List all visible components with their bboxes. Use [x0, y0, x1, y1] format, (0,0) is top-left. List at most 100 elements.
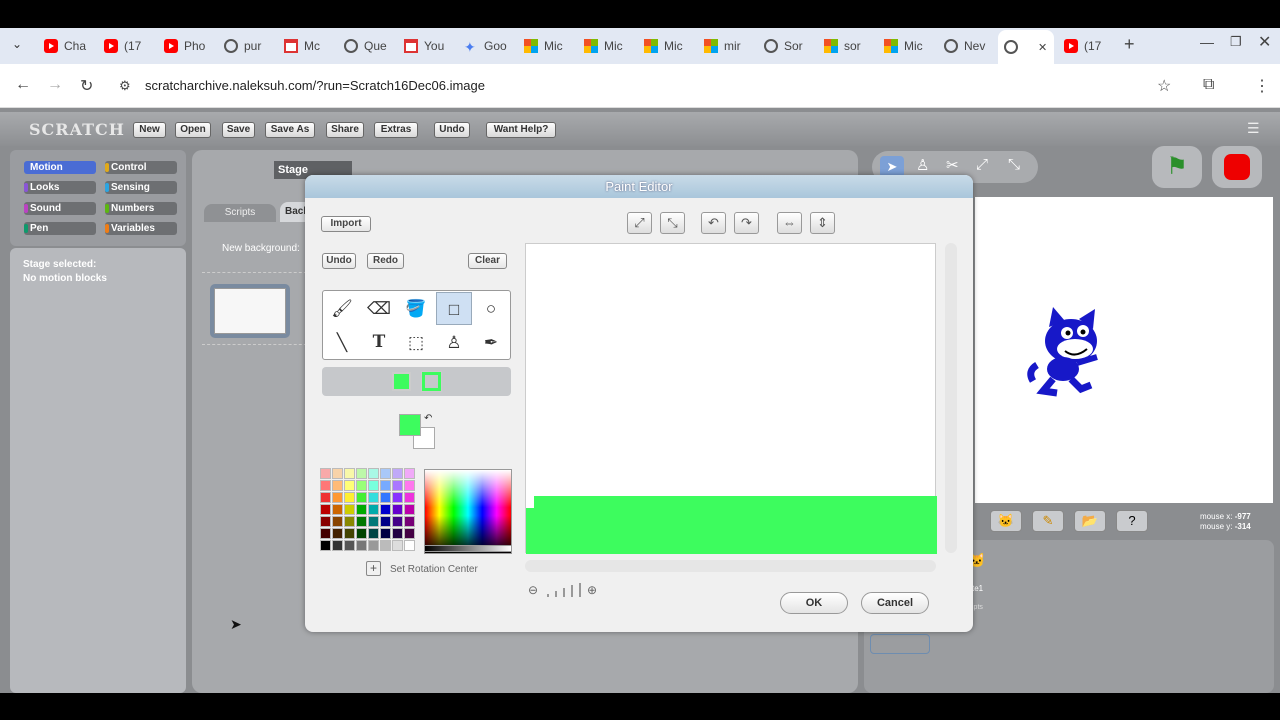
tab-scripts[interactable]: Scripts — [204, 204, 276, 222]
category-sensing[interactable]: Sensing — [105, 181, 177, 194]
new-tab-icon[interactable]: + — [1124, 34, 1135, 55]
close-window-icon[interactable]: ✕ — [1258, 32, 1271, 52]
color-swatch[interactable] — [368, 516, 379, 527]
color-swatch[interactable] — [344, 504, 355, 515]
color-swatch[interactable] — [344, 480, 355, 491]
grow-canvas-icon[interactable]: ⤢ — [627, 212, 652, 234]
category-looks[interactable]: Looks — [24, 181, 96, 194]
color-swatch[interactable] — [404, 540, 415, 551]
color-swatch[interactable] — [404, 468, 415, 479]
reload-icon[interactable]: ↻ — [80, 76, 93, 96]
color-swatch[interactable] — [356, 540, 367, 551]
stop-sign-icon[interactable] — [1212, 146, 1262, 188]
color-swatch[interactable] — [368, 468, 379, 479]
browser-tab[interactable]: Mic — [638, 32, 694, 60]
category-numbers[interactable]: Numbers — [105, 202, 177, 215]
choose-sprite-icon[interactable]: 🐱 — [990, 510, 1022, 532]
category-motion[interactable]: Motion — [24, 161, 96, 174]
color-swatch[interactable] — [356, 492, 367, 503]
forward-icon[interactable]: → — [47, 76, 63, 94]
color-swatch[interactable] — [392, 540, 403, 551]
color-swatch[interactable] — [332, 528, 343, 539]
color-swatch[interactable] — [380, 468, 391, 479]
browser-tab[interactable]: Mic — [578, 32, 634, 60]
paint-sprite-icon[interactable]: ✎ — [1032, 510, 1064, 532]
color-swatch[interactable] — [356, 504, 367, 515]
line-tool-icon[interactable]: ╲ — [324, 326, 360, 359]
notes-icon[interactable]: ☰ — [1247, 120, 1260, 137]
color-swatch[interactable] — [332, 504, 343, 515]
zoom-out-icon[interactable]: ⊖ — [528, 583, 538, 597]
color-swatch[interactable] — [380, 492, 391, 503]
shrink-canvas-icon[interactable]: ⤡ — [660, 212, 685, 234]
color-swatch[interactable] — [404, 480, 415, 491]
color-swatch[interactable] — [344, 516, 355, 527]
color-swatch[interactable] — [368, 504, 379, 515]
color-swatch[interactable] — [320, 516, 331, 527]
color-swatch[interactable] — [332, 480, 343, 491]
browser-tab[interactable]: (17 — [98, 32, 154, 60]
grow-tool-icon[interactable]: ⤢ — [976, 156, 988, 173]
browser-tab[interactable]: (17 — [1058, 32, 1114, 60]
surprise-sprite-icon[interactable]: ? — [1116, 510, 1148, 532]
ok-button[interactable]: OK — [780, 592, 848, 614]
delete-tool-icon[interactable]: ✂ — [946, 156, 959, 174]
color-swatch[interactable] — [344, 468, 355, 479]
browser-tab[interactable]: Que — [338, 32, 394, 60]
browser-tab[interactable]: You — [398, 32, 454, 60]
color-swatch[interactable] — [356, 480, 367, 491]
cancel-button[interactable]: Cancel — [861, 592, 929, 614]
open-button[interactable]: Open — [175, 122, 211, 138]
color-swatch[interactable] — [404, 528, 415, 539]
color-swatch[interactable] — [356, 516, 367, 527]
zoom-in-icon[interactable]: ⊕ — [587, 583, 597, 597]
browser-tab[interactable]: Mic — [878, 32, 934, 60]
horizontal-scrollbar[interactable] — [525, 560, 936, 572]
site-info-icon[interactable]: ⚙ — [119, 78, 131, 94]
browser-tab[interactable]: Cha — [38, 32, 94, 60]
shrink-tool-icon[interactable]: ⤡ — [1008, 156, 1020, 173]
color-swatch[interactable] — [380, 528, 391, 539]
import-button[interactable]: Import — [321, 216, 371, 232]
restore-icon[interactable]: ❐ — [1230, 34, 1242, 50]
paint-canvas[interactable] — [525, 243, 937, 554]
color-swatch[interactable] — [344, 492, 355, 503]
color-swatch[interactable] — [404, 492, 415, 503]
stamp-tool-icon[interactable]: ♙ — [436, 326, 472, 359]
vertical-scrollbar[interactable] — [945, 243, 957, 553]
color-swatch[interactable] — [380, 480, 391, 491]
rotate-right-icon[interactable]: ↷ — [734, 212, 759, 234]
select-tool-icon[interactable]: ⬚ — [398, 326, 434, 359]
color-spectrum[interactable] — [424, 469, 512, 554]
rectangle-tool-icon[interactable]: □ — [436, 292, 472, 325]
stage-canvas[interactable] — [975, 197, 1273, 503]
background-thumbnail[interactable] — [210, 284, 290, 338]
browser-tab[interactable]: mir — [698, 32, 754, 60]
browser-tab[interactable]: sor — [818, 32, 874, 60]
category-variables[interactable]: Variables — [105, 222, 177, 235]
rotate-left-icon[interactable]: ↶ — [701, 212, 726, 234]
browser-tab[interactable]: Sor — [758, 32, 814, 60]
save-button[interactable]: Save — [222, 122, 255, 138]
color-swatch[interactable] — [392, 468, 403, 479]
flip-horizontal-icon[interactable]: ⇔ — [777, 212, 802, 234]
color-swatch[interactable] — [332, 492, 343, 503]
color-swatch[interactable] — [392, 504, 403, 515]
eyedropper-tool-icon[interactable]: ✒ — [473, 326, 509, 359]
set-rotation-center-label[interactable]: Set Rotation Center — [390, 564, 478, 575]
back-icon[interactable]: ← — [15, 76, 31, 94]
extras-button[interactable]: Extras — [374, 122, 418, 138]
new-button[interactable]: New — [133, 122, 166, 138]
flip-vertical-icon[interactable]: ⇕ — [810, 212, 835, 234]
menu-icon[interactable]: ⋮ — [1254, 76, 1270, 96]
green-flag-icon[interactable]: ⚑ — [1152, 146, 1202, 188]
minimize-icon[interactable]: — — [1200, 34, 1214, 50]
category-sound[interactable]: Sound — [24, 202, 96, 215]
eraser-tool-icon[interactable]: ⌫ — [361, 292, 397, 325]
color-swatch[interactable] — [320, 480, 331, 491]
outline-rect-option[interactable] — [421, 371, 442, 392]
color-swatch[interactable] — [332, 468, 343, 479]
paintbrush-tool-icon[interactable]: 🖌 — [324, 292, 360, 325]
color-swatch[interactable] — [404, 516, 415, 527]
color-swatch[interactable] — [392, 480, 403, 491]
